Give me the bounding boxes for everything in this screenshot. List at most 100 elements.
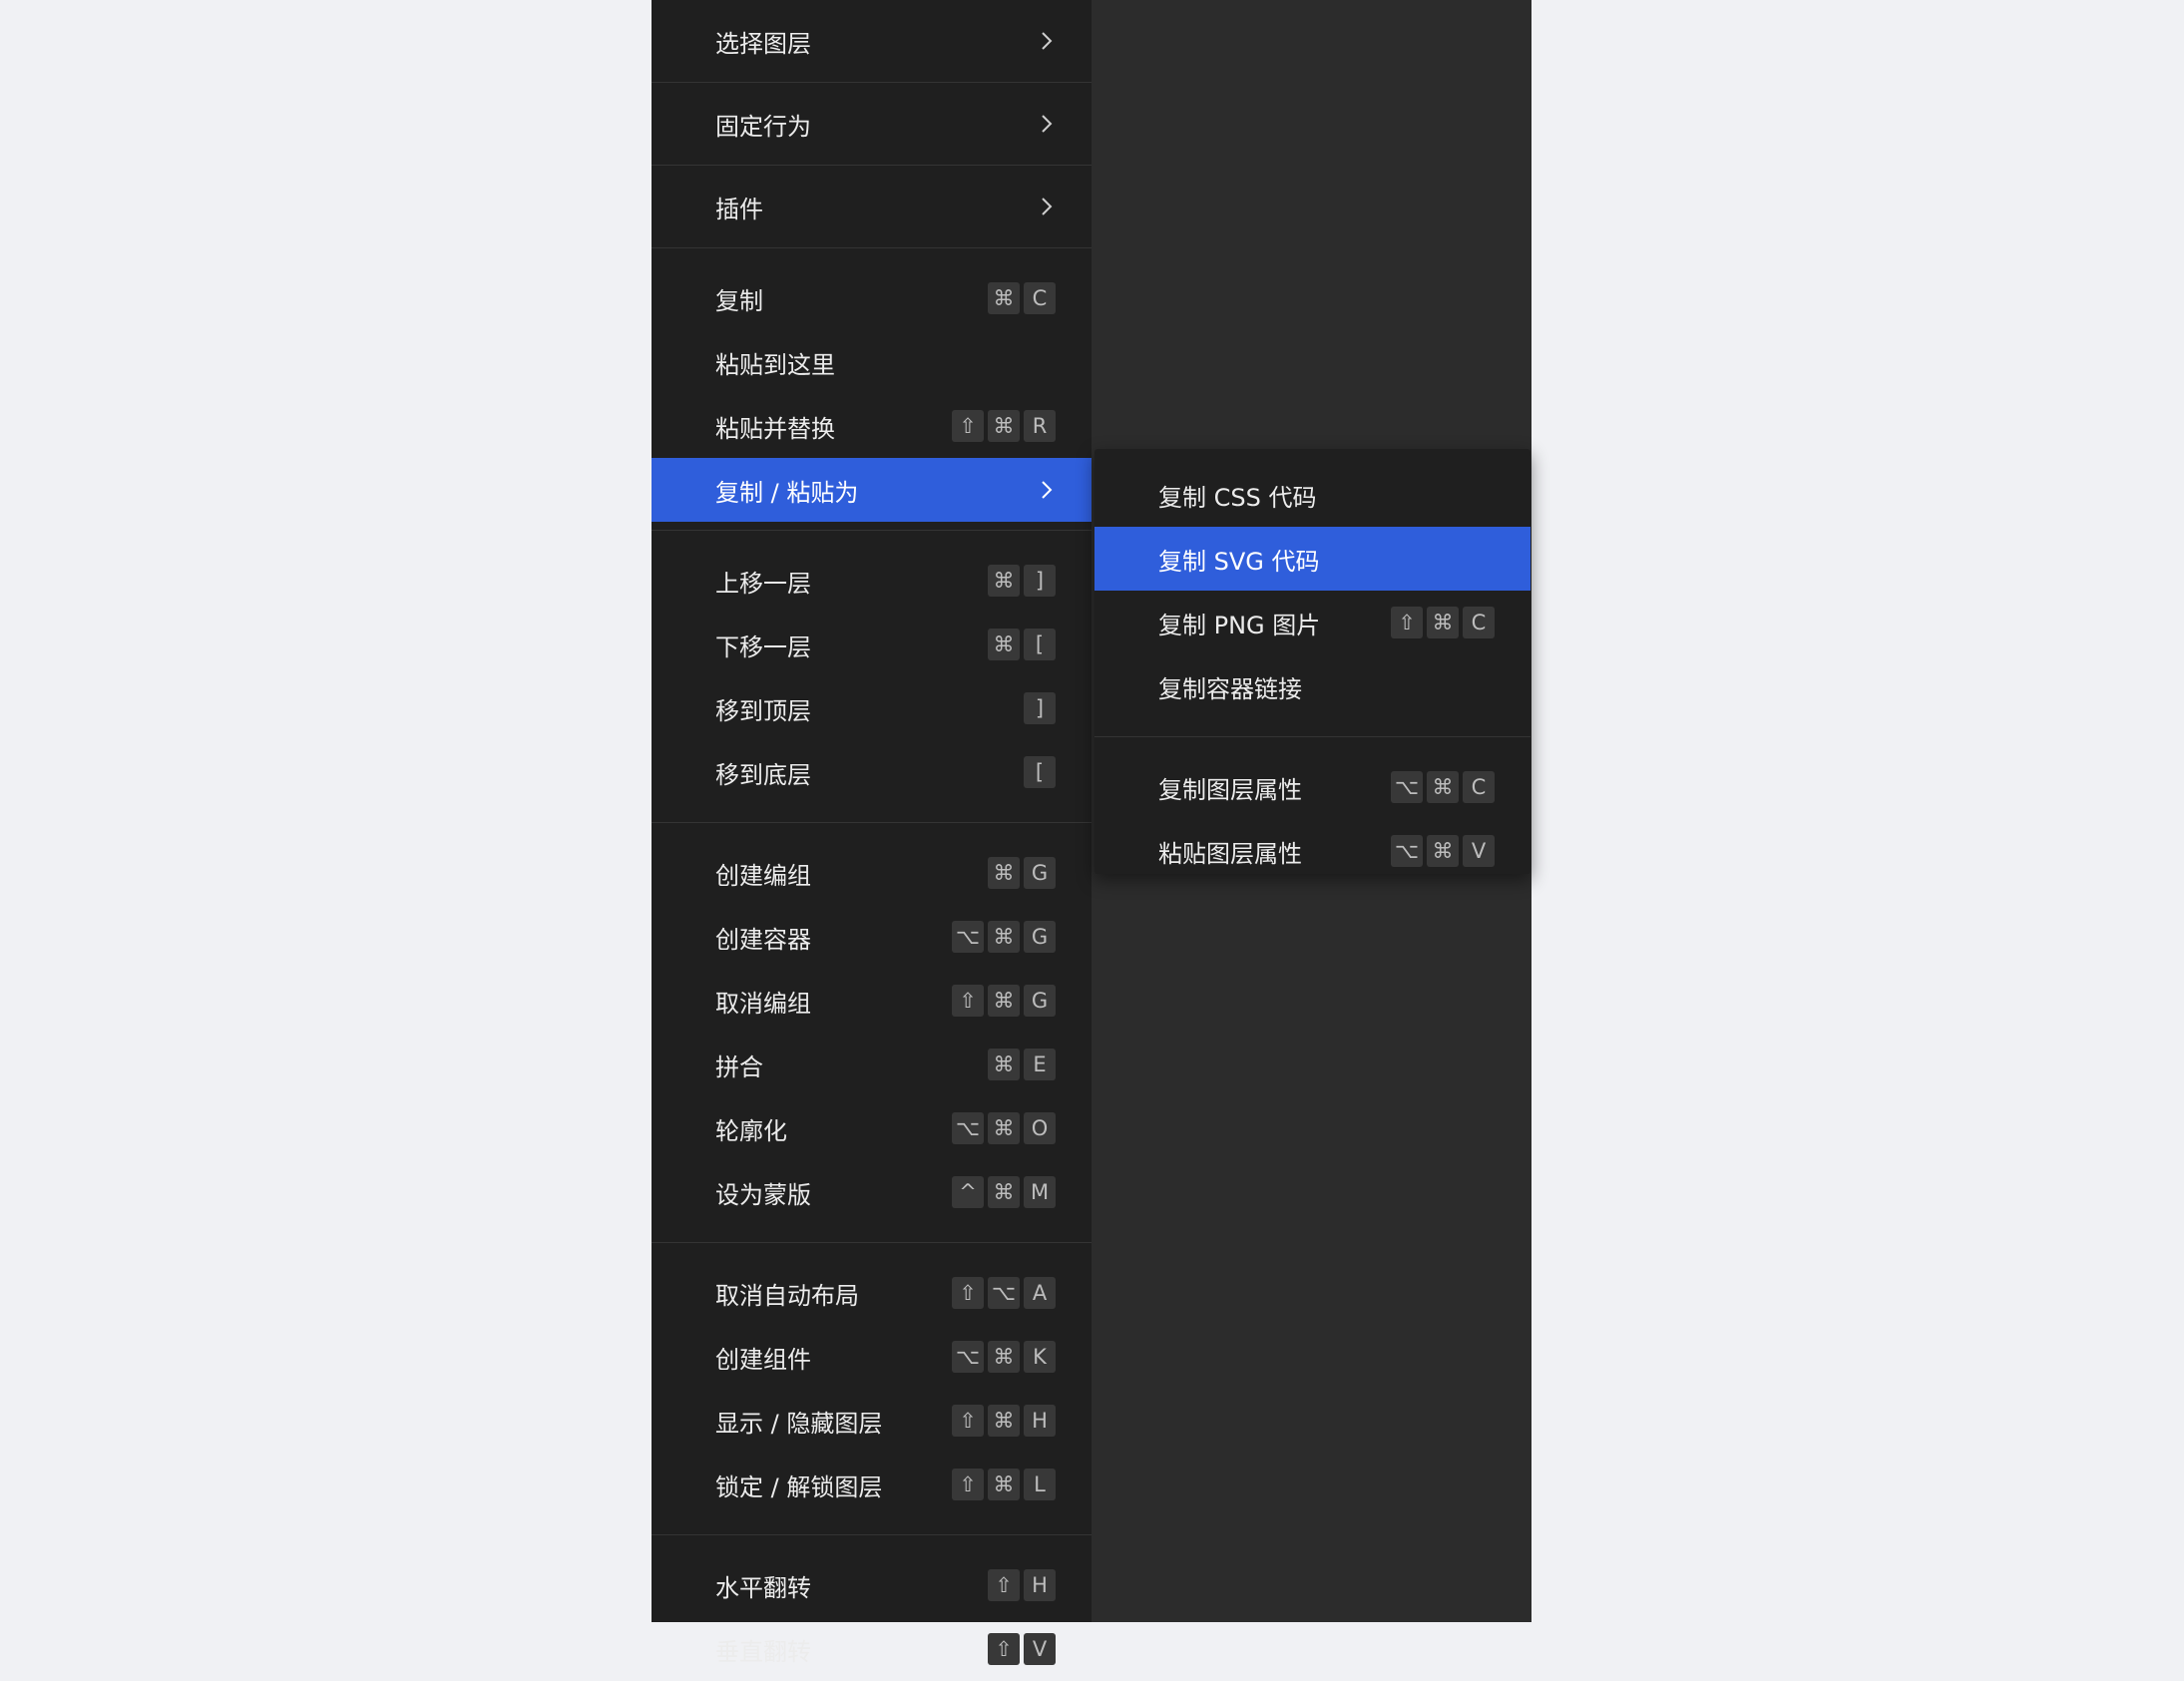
menu-item-label: 复制 [715,286,763,315]
menu-item-label: 粘贴到这里 [715,350,835,379]
menu-item-label: 移到顶层 [715,696,811,725]
command-key-icon: ⌘ [988,985,1020,1017]
menu-item-flatten[interactable]: 拼合 ⌘ E [652,1033,1092,1096]
shortcut-keys: ⇧ ⌘ R [952,410,1056,442]
menu-item-bring-forward[interactable]: 上移一层 ⌘ ] [652,549,1092,613]
shortcut-keys: ⌥ ⌘ C [1391,771,1495,803]
menu-item-remove-auto-layout[interactable]: 取消自动布局 ⇧ ⌥ A [652,1261,1092,1325]
menu-item-label: 复制 CSS 代码 [1158,483,1317,512]
copy-paste-as-submenu: 复制 CSS 代码 复制 SVG 代码 复制 PNG 图片 ⇧ ⌘ C 复制容器… [1094,449,1530,874]
menu-item-copy-paste-as[interactable]: 复制 / 粘贴为 [652,458,1092,522]
shortcut-keys: ⌘ ] [988,565,1056,597]
menu-item-label: 复制 PNG 图片 [1158,611,1321,639]
menu-item-label: 创建组件 [715,1345,811,1374]
shortcut-keys: ⇧ ⌘ C [1391,607,1495,638]
option-key-icon: ⌥ [1391,771,1423,803]
menu-item-use-as-mask[interactable]: 设为蒙版 ^ ⌘ M [652,1160,1092,1224]
shortcut-key: R [1024,410,1056,442]
menu-item-create-container[interactable]: 创建容器 ⌥ ⌘ G [652,905,1092,969]
shortcut-key: K [1024,1341,1056,1373]
chevron-right-icon [1038,30,1056,52]
shortcut-keys: [ [1024,756,1056,788]
menu-item-label: 复制容器链接 [1158,674,1302,703]
shortcut-key: H [1024,1405,1056,1437]
command-key-icon: ⌘ [1427,835,1459,867]
menu-item-label: 下移一层 [715,632,811,661]
shortcut-key: V [1024,1633,1056,1665]
shortcut-key: G [1024,921,1056,953]
option-key-icon: ⌥ [952,921,984,953]
shift-key-icon: ⇧ [952,1277,984,1309]
shift-key-icon: ⇧ [988,1569,1020,1601]
submenu-item-paste-layer-props[interactable]: 粘贴图层属性 ⌥ ⌘ V [1094,819,1530,883]
menu-item-outline[interactable]: 轮廓化 ⌥ ⌘ O [652,1096,1092,1160]
submenu-item-copy-png[interactable]: 复制 PNG 图片 ⇧ ⌘ C [1094,591,1530,654]
menu-item-flip-vertical[interactable]: 垂直翻转 ⇧ V [652,1617,1092,1681]
menu-item-label: 复制图层属性 [1158,775,1302,804]
command-key-icon: ⌘ [988,410,1020,442]
menu-item-plugins[interactable]: 插件 [652,166,1092,247]
shortcut-key: C [1463,771,1495,803]
command-key-icon: ⌘ [988,565,1020,597]
option-key-icon: ⌥ [952,1112,984,1144]
menu-item-paste-replace[interactable]: 粘贴并替换 ⇧ ⌘ R [652,394,1092,458]
shortcut-keys: ⇧ ⌥ A [952,1277,1056,1309]
shortcut-key: [ [1024,629,1056,660]
chevron-right-icon [1038,196,1056,217]
command-key-icon: ⌘ [1427,771,1459,803]
shortcut-keys: ] [1024,692,1056,724]
chevron-right-icon [1038,479,1056,501]
shift-key-icon: ⇧ [952,1469,984,1500]
shift-key-icon: ⇧ [952,1405,984,1437]
menu-item-show-hide-layer[interactable]: 显示 / 隐藏图层 ⇧ ⌘ H [652,1389,1092,1453]
menu-item-ungroup[interactable]: 取消编组 ⇧ ⌘ G [652,969,1092,1033]
menu-item-create-component[interactable]: 创建组件 ⌥ ⌘ K [652,1325,1092,1389]
menu-item-fix-behavior[interactable]: 固定行为 [652,83,1092,165]
command-key-icon: ⌘ [988,857,1020,889]
menu-item-select-layer[interactable]: 选择图层 [652,0,1092,82]
submenu-item-copy-container-link[interactable]: 复制容器链接 [1094,654,1530,718]
menu-item-copy[interactable]: 复制 ⌘ C [652,266,1092,330]
shortcut-key: ] [1024,692,1056,724]
shortcut-keys: ⇧ H [988,1569,1056,1601]
menu-item-label: 选择图层 [715,29,811,58]
shortcut-key: A [1024,1277,1056,1309]
option-key-icon: ⌥ [952,1341,984,1373]
shortcut-keys: ⌘ [ [988,629,1056,660]
submenu-item-copy-layer-props[interactable]: 复制图层属性 ⌥ ⌘ C [1094,755,1530,819]
menu-item-bring-to-front[interactable]: 移到顶层 ] [652,676,1092,740]
shift-key-icon: ⇧ [988,1633,1020,1665]
shortcut-keys: ⌥ ⌘ G [952,921,1056,953]
shortcut-key: O [1024,1112,1056,1144]
command-key-icon: ⌘ [988,629,1020,660]
menu-item-label: 垂直翻转 [715,1637,811,1666]
submenu-item-copy-css[interactable]: 复制 CSS 代码 [1094,463,1530,527]
menu-item-label: 轮廓化 [715,1116,787,1145]
command-key-icon: ⌘ [988,1176,1020,1208]
menu-item-create-group[interactable]: 创建编组 ⌘ G [652,841,1092,905]
shortcut-keys: ⇧ ⌘ L [952,1469,1056,1500]
submenu-item-copy-svg[interactable]: 复制 SVG 代码 [1094,527,1530,591]
shortcut-key: H [1024,1569,1056,1601]
menu-item-label: 取消自动布局 [715,1281,859,1310]
control-key-icon: ^ [952,1176,984,1208]
shortcut-key: V [1463,835,1495,867]
shortcut-keys: ⇧ ⌘ H [952,1405,1056,1437]
menu-item-lock-unlock-layer[interactable]: 锁定 / 解锁图层 ⇧ ⌘ L [652,1453,1092,1516]
menu-item-label: 插件 [715,195,763,223]
menu-item-label: 创建容器 [715,925,811,954]
menu-item-label: 水平翻转 [715,1573,811,1602]
command-key-icon: ⌘ [988,282,1020,314]
shortcut-keys: ⌘ C [988,282,1056,314]
menu-item-label: 复制 / 粘贴为 [715,478,859,507]
menu-item-flip-horizontal[interactable]: 水平翻转 ⇧ H [652,1553,1092,1617]
menu-item-send-to-back[interactable]: 移到底层 [ [652,740,1092,804]
menu-item-label: 上移一层 [715,569,811,598]
shortcut-key: E [1024,1049,1056,1080]
menu-item-label: 取消编组 [715,989,811,1018]
menu-item-paste-here[interactable]: 粘贴到这里 [652,330,1092,394]
menu-item-label: 复制 SVG 代码 [1158,547,1320,576]
menu-item-label: 锁定 / 解锁图层 [715,1472,883,1501]
menu-item-send-backward[interactable]: 下移一层 ⌘ [ [652,613,1092,676]
command-key-icon: ⌘ [988,1112,1020,1144]
